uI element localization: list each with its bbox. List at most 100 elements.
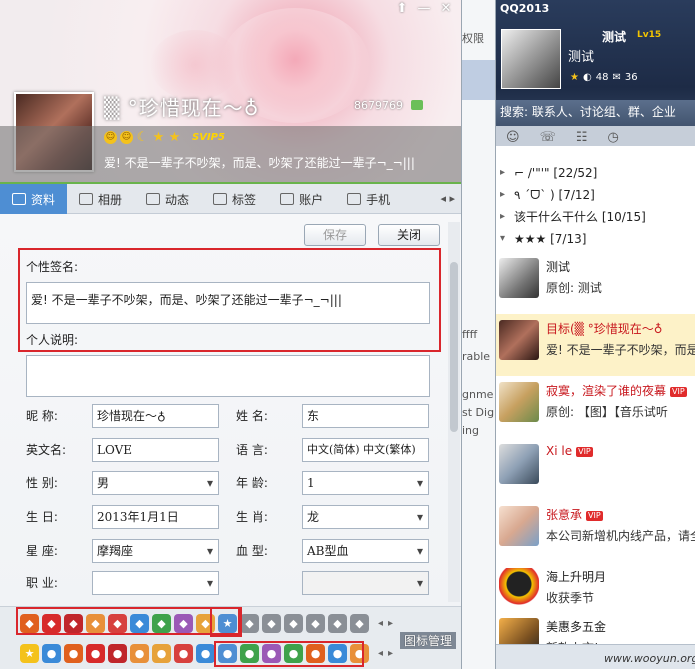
close-button[interactable]: 关闭	[378, 224, 440, 246]
qq-signature[interactable]: 测试	[568, 46, 594, 65]
age-select[interactable]: 1	[302, 471, 429, 495]
badge-icon[interactable]: ●	[108, 644, 127, 663]
close-window-button[interactable]: ✕	[435, 0, 457, 18]
qq-avatar[interactable]	[501, 29, 561, 89]
icon-row-highlight	[16, 607, 240, 635]
tab-scroll-arrows[interactable]: ◂ ▸	[440, 192, 455, 205]
nickname-label: 昵 称:	[26, 409, 58, 423]
qq-status-name[interactable]: 测试	[602, 28, 626, 45]
description-input[interactable]	[26, 355, 430, 397]
weather-icon[interactable]: ◐	[583, 72, 592, 83]
background-panel	[462, 60, 495, 100]
badge-icon[interactable]: ●	[130, 644, 149, 663]
group-item[interactable]: 该干什么干什么 [10/15]	[496, 206, 695, 228]
badge-icon[interactable]: ◆	[306, 614, 325, 633]
signature-label: 个性签名:	[26, 260, 79, 274]
contact-name-text: Xi le	[546, 444, 573, 458]
badge-icon[interactable]: ●	[196, 644, 215, 663]
tab-label: 标签	[232, 192, 257, 207]
badge-icon[interactable]: ◆	[350, 614, 369, 633]
zodiac-select[interactable]: 龙	[302, 505, 429, 529]
group-item[interactable]: ⌐ /'"'" [22/52]	[496, 162, 695, 184]
contact-avatar	[499, 506, 539, 546]
tab-account[interactable]: 账户	[268, 184, 335, 214]
save-button[interactable]: 保存	[304, 224, 366, 246]
tab-info[interactable]: 资料	[0, 184, 68, 214]
signature-input[interactable]: 爱! 不是一辈子不吵架，而是、吵架了还能过一辈子¬_¬|||	[26, 282, 430, 324]
recent-icon[interactable]: ◷	[607, 130, 618, 145]
blood-select[interactable]: AB型血	[302, 539, 429, 563]
tab-label: 资料	[31, 192, 56, 207]
sun-icon: ☺	[120, 131, 133, 144]
rose-image-secondary	[150, 30, 240, 100]
group-item[interactable]: ٩ ˊᗜˋ ) [7/12]	[496, 184, 695, 206]
qq-title: QQ2013	[500, 2, 550, 15]
birthday-label: 生 日:	[26, 510, 58, 524]
minimize-button[interactable]: —	[413, 0, 435, 18]
icon-manage-button[interactable]: 图标管理	[400, 632, 457, 649]
svip-badge[interactable]: SVIP5	[192, 132, 225, 143]
contact-item[interactable]: 海上升明月 收获季节	[496, 562, 695, 612]
contacts-icon[interactable]: ☺	[506, 130, 520, 145]
background-text: ing	[462, 424, 480, 437]
arrow-left-icon[interactable]: ◂	[378, 648, 383, 659]
group-icon[interactable]: ☷	[576, 130, 588, 145]
background-text: rable	[462, 350, 491, 363]
contact-name-text: 张意承	[546, 508, 583, 522]
window-controls: ⬆ — ✕	[391, 0, 457, 18]
english-name-field[interactable]: LOVE	[92, 438, 219, 462]
name-label: 姓 名:	[236, 409, 268, 423]
constellation-select[interactable]: 摩羯座	[92, 539, 219, 563]
contact-item[interactable]: 寂寞，渲染了谁的夜幕 VIP 原创: 【图】【音乐试听	[496, 376, 695, 438]
qq-tab-icons: ☺ ☏ ☷ ◷	[496, 126, 695, 146]
birthday-field[interactable]: 2013年1月1日	[92, 505, 219, 529]
arrow-left-icon[interactable]: ◂	[378, 618, 383, 629]
group-item[interactable]: ★★★ [7/13]	[496, 228, 695, 250]
tab-album[interactable]: 相册	[67, 184, 134, 214]
contact-item[interactable]: 目标(▒ °珍惜现在〜♁ 爱! 不是一辈子不吵架，而是	[496, 314, 695, 376]
contact-item[interactable]: 张意承 VIP 本公司新增机内线产品，请全	[496, 500, 695, 562]
arrow-right-icon[interactable]: ▸	[388, 618, 393, 629]
badge-icon[interactable]: ●	[152, 644, 171, 663]
arrow-right-icon[interactable]: ▸	[388, 648, 393, 659]
zodiac-label: 生 肖:	[236, 510, 268, 524]
badge-icon[interactable]: ★	[20, 644, 39, 663]
star-icon: ★	[152, 130, 165, 145]
contact-name: 张意承 VIP	[546, 506, 603, 523]
badge-icon[interactable]: ●	[86, 644, 105, 663]
language-field[interactable]: 中文(简体) 中文(繁体)	[302, 438, 429, 462]
name-field[interactable]: 东	[302, 404, 429, 428]
gender-select[interactable]: 男	[92, 471, 219, 495]
tab-feed[interactable]: 动态	[134, 184, 201, 214]
badge-icon[interactable]: ●	[42, 644, 61, 663]
badge-icon[interactable]: ◆	[240, 614, 259, 633]
qq-stats: ★ ◐ 48 ✉ 36	[570, 72, 638, 83]
level-badges: ☺ ☺ ☾ ★ ★ SVIP5	[104, 131, 225, 144]
contact-item[interactable]: 测试 原创: 测试	[496, 252, 695, 314]
badge-icon[interactable]: ◆	[262, 614, 281, 633]
language-label: 语 言:	[236, 443, 268, 457]
contact-item[interactable]: Xi le VIP	[496, 438, 695, 500]
background-window: 权限 ffff rable gnme st Dig ing	[462, 0, 496, 669]
tab-phone[interactable]: 手机	[335, 184, 402, 214]
badge-icon[interactable]: ●	[64, 644, 83, 663]
tab-tags[interactable]: 标签	[201, 184, 268, 214]
job-select[interactable]	[92, 571, 219, 595]
id-card-icon	[12, 193, 26, 205]
star-icon[interactable]: ★	[570, 72, 579, 83]
mail-icon[interactable]: ✉	[612, 72, 620, 83]
scrollbar-thumb[interactable]	[450, 262, 458, 432]
contact-status: 原创: 【图】【音乐试听	[546, 405, 668, 419]
contact-avatar	[499, 320, 539, 360]
job-detail-select[interactable]	[302, 571, 429, 595]
contact-list: 测试 原创: 测试 目标(▒ °珍惜现在〜♁ 爱! 不是一辈子不吵架，而是 寂寞…	[496, 252, 695, 662]
badge-icon[interactable]: ●	[174, 644, 193, 663]
english-name-label: 英文名:	[26, 443, 67, 457]
chat-icon[interactable]: ☏	[540, 130, 556, 145]
skin-button[interactable]: ⬆	[391, 0, 413, 18]
qq-search-input[interactable]: 搜索: 联系人、讨论组、群、企业	[500, 103, 692, 121]
background-text: st Dig	[462, 406, 495, 419]
badge-icon[interactable]: ◆	[328, 614, 347, 633]
badge-icon[interactable]: ◆	[284, 614, 303, 633]
nickname-field[interactable]: 珍惜现在〜♁	[92, 404, 219, 428]
